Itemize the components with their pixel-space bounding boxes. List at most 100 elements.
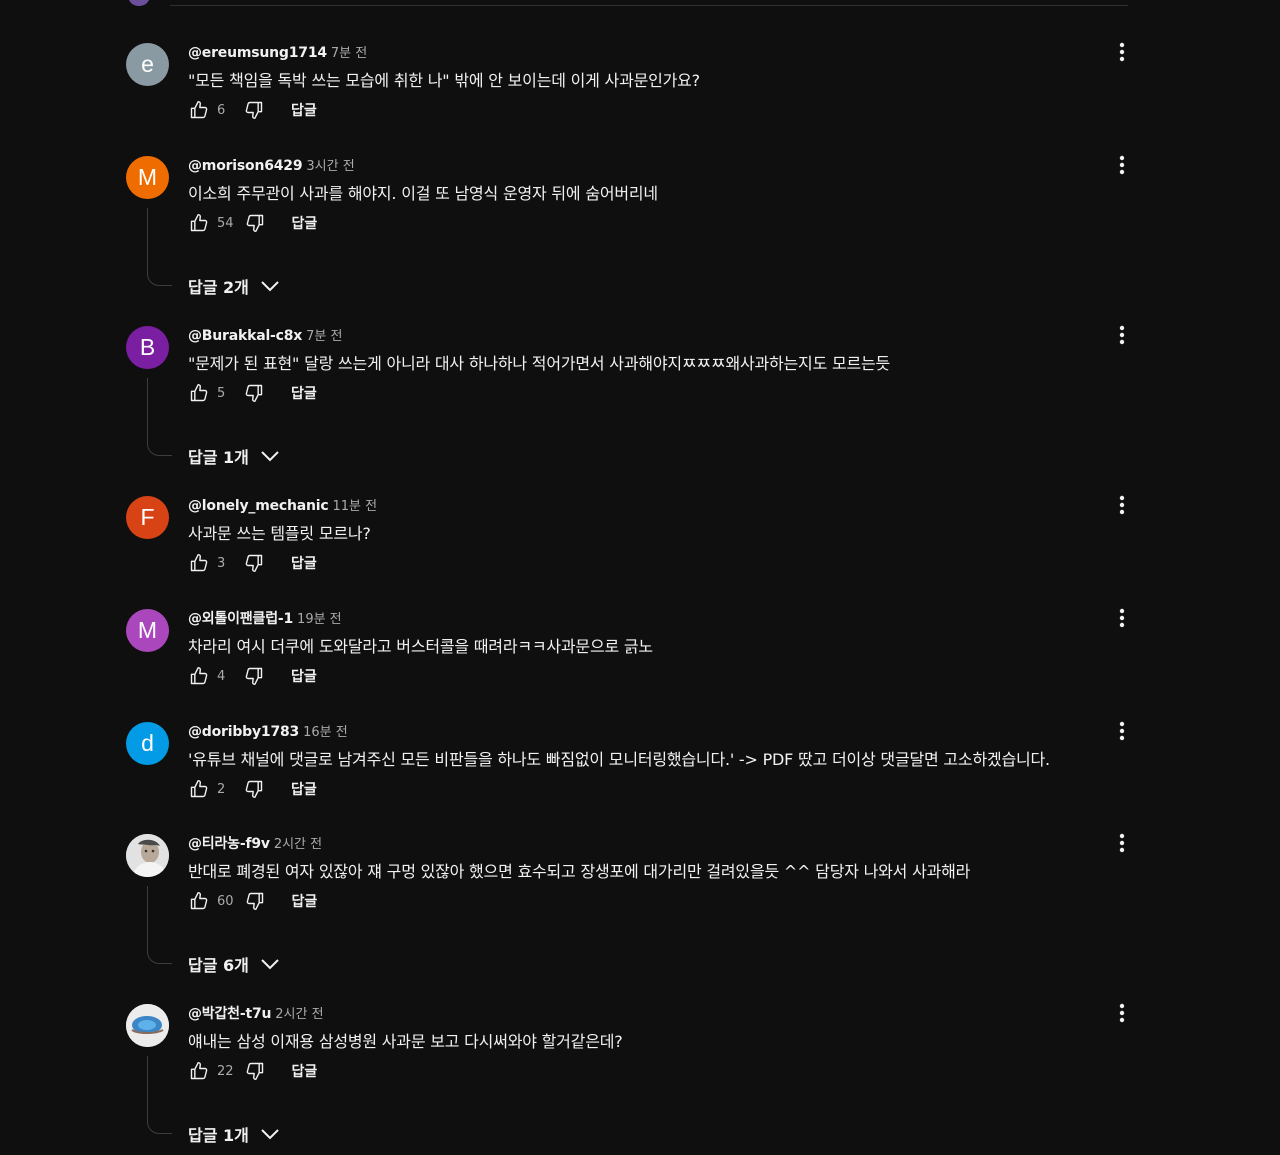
chevron-down-icon <box>261 1129 279 1140</box>
comment-time[interactable]: 2시간 전 <box>275 1007 323 1022</box>
like-button[interactable] <box>188 382 210 404</box>
avatar[interactable] <box>126 1004 169 1047</box>
more-vert-icon <box>1119 325 1125 345</box>
author-name[interactable]: @외톨이팬클럽-1 <box>188 611 293 627</box>
more-options-button[interactable] <box>1112 605 1132 631</box>
comment-time[interactable]: 16분 전 <box>303 725 348 740</box>
comment-actions: 6 답글 <box>188 98 317 122</box>
thumb-down-icon <box>245 384 263 403</box>
avatar-letter: M <box>137 164 158 190</box>
dislike-button[interactable] <box>244 212 266 234</box>
dislike-button[interactable] <box>244 890 266 912</box>
thumb-up-icon <box>190 100 208 119</box>
avatar-letter: B <box>139 334 156 360</box>
avatar-letter: e <box>141 51 154 77</box>
thumb-down-icon <box>246 892 263 911</box>
thumb-up-icon <box>190 666 208 685</box>
more-options-button[interactable] <box>1112 830 1132 856</box>
dislike-button[interactable] <box>243 552 265 574</box>
comment-time[interactable]: 11분 전 <box>332 499 377 514</box>
like-button[interactable] <box>188 890 210 912</box>
like-button[interactable] <box>188 665 210 687</box>
like-count: 2 <box>217 781 226 797</box>
dislike-button[interactable] <box>243 99 265 121</box>
avatar[interactable]: F <box>126 496 169 539</box>
reply-button[interactable]: 답글 <box>291 553 317 573</box>
comment-header: @Burakkal-c8x 7분 전 <box>188 325 342 344</box>
comment-time[interactable]: 3시간 전 <box>306 159 354 174</box>
show-replies-button[interactable]: 답글 1개 <box>188 1122 279 1146</box>
comment-actions: 60 답글 <box>188 889 317 913</box>
author-name[interactable]: @박갑천-t7u <box>188 1006 271 1022</box>
reply-button[interactable]: 답글 <box>291 383 317 403</box>
comment-time[interactable]: 7분 전 <box>306 329 342 344</box>
author-name[interactable]: @lonely_mechanic <box>188 498 329 514</box>
avatar[interactable]: M <box>126 609 169 652</box>
thumb-up-icon <box>190 213 208 232</box>
more-vert-icon <box>1119 155 1125 175</box>
replies-count: 답글 1개 <box>188 448 249 467</box>
divider <box>170 5 1128 6</box>
more-options-button[interactable] <box>1112 718 1132 744</box>
thumb-up-icon <box>190 383 208 402</box>
like-button[interactable] <box>188 99 210 121</box>
thread-line <box>147 208 172 286</box>
avatar[interactable] <box>126 834 169 877</box>
dislike-button[interactable] <box>243 778 265 800</box>
like-button[interactable] <box>188 1060 210 1082</box>
thumb-up-icon <box>190 1061 208 1080</box>
thumb-up-icon <box>190 553 208 572</box>
previous-comment-avatar[interactable] <box>128 0 150 6</box>
avatar[interactable]: M <box>126 156 169 199</box>
reply-button[interactable]: 답글 <box>292 1061 318 1081</box>
more-vert-icon <box>1119 1003 1125 1023</box>
comment-text: '유튜브 채널에 댓글로 남겨주신 모든 비판들을 하나도 빠짐없이 모니터링했… <box>188 750 1050 769</box>
comment-actions: 5 답글 <box>188 381 317 405</box>
show-replies-button[interactable]: 답글 1개 <box>188 444 279 468</box>
comment-actions: 54 답글 <box>188 211 317 235</box>
reply-button[interactable]: 답글 <box>292 213 318 233</box>
reply-button[interactable]: 답글 <box>292 891 318 911</box>
dislike-button[interactable] <box>243 382 265 404</box>
like-button[interactable] <box>188 212 210 234</box>
thumb-down-icon <box>245 780 263 799</box>
comment-time[interactable]: 7분 전 <box>331 46 367 61</box>
thumb-down-icon <box>245 667 263 686</box>
more-vert-icon <box>1119 42 1125 62</box>
more-options-button[interactable] <box>1112 152 1132 178</box>
reply-button[interactable]: 답글 <box>291 666 317 686</box>
author-name[interactable]: @Burakkal-c8x <box>188 328 302 344</box>
more-options-button[interactable] <box>1112 492 1132 518</box>
avatar[interactable]: e <box>126 43 169 86</box>
reply-button[interactable]: 답글 <box>291 100 317 120</box>
reply-button[interactable]: 답글 <box>291 779 317 799</box>
thumb-down-icon <box>245 554 263 573</box>
author-name[interactable]: @doribby1783 <box>188 724 299 740</box>
chevron-down-icon <box>261 959 279 970</box>
dislike-button[interactable] <box>244 1060 266 1082</box>
show-replies-button[interactable]: 답글 6개 <box>188 952 279 976</box>
comment-actions: 22 답글 <box>188 1059 317 1083</box>
thumb-up-icon <box>190 891 208 910</box>
like-count: 5 <box>217 385 226 401</box>
like-button[interactable] <box>188 552 210 574</box>
replies-count: 답글 6개 <box>188 956 249 975</box>
avatar[interactable]: B <box>126 326 169 369</box>
comment-text: 반대로 폐경된 여자 있잖아 쟤 구멍 있잖아 했으면 효수되고 장생포에 대가… <box>188 862 971 881</box>
more-options-button[interactable] <box>1112 322 1132 348</box>
more-options-button[interactable] <box>1112 39 1132 65</box>
thumb-down-icon <box>246 214 263 233</box>
like-button[interactable] <box>188 778 210 800</box>
avatar[interactable]: d <box>126 722 169 765</box>
more-options-button[interactable] <box>1112 1000 1132 1026</box>
author-name[interactable]: @티라농-f9v <box>188 836 270 852</box>
profile-photo-icon <box>126 834 169 877</box>
comment-text: "모든 책임을 독박 쓰는 모습에 취한 나" 밖에 안 보이는데 이게 사과문… <box>188 71 700 90</box>
avatar-letter: M <box>137 617 158 643</box>
author-name[interactable]: @morison6429 <box>188 158 303 174</box>
comment-time[interactable]: 19분 전 <box>297 612 342 627</box>
comment-time[interactable]: 2시간 전 <box>274 837 322 852</box>
author-name[interactable]: @ereumsung1714 <box>188 45 327 61</box>
dislike-button[interactable] <box>243 665 265 687</box>
show-replies-button[interactable]: 답글 2개 <box>188 274 279 298</box>
